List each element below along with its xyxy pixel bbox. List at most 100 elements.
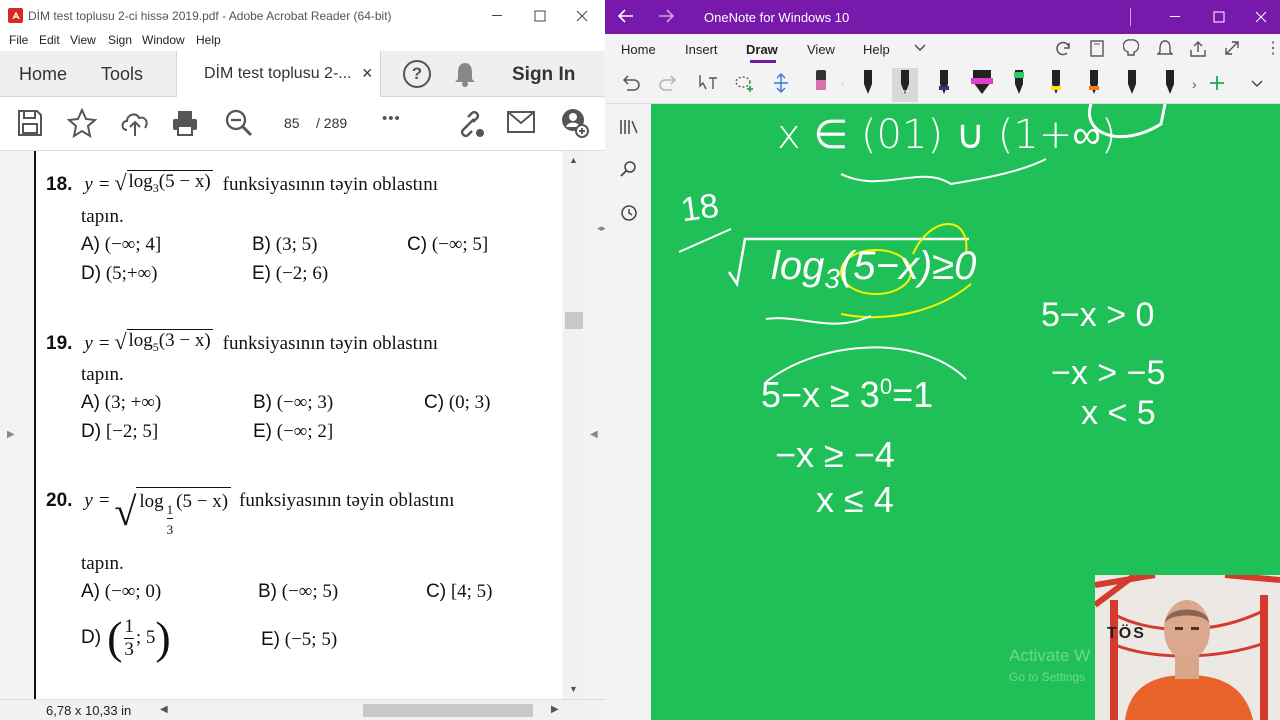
onenote-window-title: OneNote for Windows 10 [704,10,850,25]
acrobat-menu-bar: File Edit View Sign Window Help [0,31,605,51]
option-b: B) (−∞; 5) [258,581,339,602]
pen-orange-icon[interactable] [1085,68,1103,96]
eraser-pen-icon[interactable] [813,68,829,96]
pen-black-2-icon[interactable] [1123,68,1141,96]
share-link-icon[interactable] [454,109,486,139]
forward-arrow-icon[interactable] [657,8,675,24]
more-tools-icon[interactable]: ••• [382,110,401,127]
account-share-icon[interactable] [560,107,590,139]
help-icon[interactable]: ? [403,60,431,88]
title-divider [1130,8,1131,26]
maximize-button[interactable] [1199,5,1239,29]
question-text: funksiyasının təyin oblastını [239,490,455,511]
pane-divider-icon[interactable]: ◂▸ [597,223,605,234]
zoom-out-icon[interactable] [225,109,253,137]
pen-green-icon[interactable] [1010,68,1028,96]
menu-view[interactable]: View [70,33,96,47]
minimize-button[interactable] [478,4,518,28]
lasso-select-icon[interactable] [734,74,756,94]
pen-magenta-icon[interactable] [969,68,995,96]
back-arrow-icon[interactable] [617,8,635,24]
tab-draw[interactable]: Draw [746,42,778,57]
add-space-icon[interactable] [772,72,790,94]
tab-document[interactable]: DİM test toplusu 2-... × [176,51,381,97]
function-lhs: y = [84,333,111,354]
page-number-input[interactable]: 85 [284,115,300,131]
tab-home[interactable]: Home [621,42,656,57]
save-icon[interactable] [17,109,43,137]
minimize-button[interactable] [1156,5,1196,29]
search-icon[interactable] [620,160,638,178]
pen-black-3-icon[interactable] [1161,68,1179,96]
notebooks-library-icon[interactable] [619,118,639,136]
ink-number-18: 18 [678,186,722,230]
upload-cloud-icon[interactable] [119,108,151,138]
tab-help[interactable]: Help [863,42,890,57]
tab-home[interactable]: Home [19,64,67,85]
horizontal-scroll-thumb[interactable] [363,704,533,717]
bookmark-star-icon[interactable] [67,108,97,138]
ink-line-2: −x ≥ −4 [775,434,895,475]
notebooks-icon[interactable] [1089,40,1105,58]
vertical-scrollbar[interactable]: ▲ ▼ [565,151,583,699]
scroll-up-icon[interactable]: ▲ [569,155,578,165]
sync-icon[interactable] [1054,40,1072,58]
acrobat-app-icon [8,8,23,23]
notification-bell-icon[interactable] [454,61,476,87]
close-window-button[interactable] [562,4,602,28]
acrobat-status-bar: 6,78 x 10,33 in ◀ ▶ [0,699,605,720]
close-window-button[interactable] [1242,5,1280,29]
option-e: E) (−2; 6) [252,263,329,284]
scroll-thumb[interactable] [565,312,583,329]
pen-black-selected-icon[interactable] [896,68,914,96]
onenote-title-bar: OneNote for Windows 10 [605,0,1280,34]
select-text-icon[interactable] [697,72,719,94]
expand-icon[interactable] [1224,40,1240,56]
fraction-base: 1 3 [166,502,174,537]
onenote-window: OneNote for Windows 10 Home Insert Draw … [605,0,1280,720]
scroll-down-icon[interactable]: ▼ [569,684,578,694]
lightbulb-icon[interactable] [1123,39,1139,59]
tab-tools[interactable]: Tools [101,64,143,85]
left-pane-expand-icon[interactable]: ▶ [7,429,15,440]
pen-purple-icon[interactable] [935,68,953,96]
ink-line-1: 5−x ≥ 30=1 [761,374,934,415]
menu-file[interactable]: File [9,33,28,47]
share-icon[interactable] [1189,40,1207,58]
email-icon[interactable] [507,111,535,133]
menu-edit[interactable]: Edit [39,33,60,47]
scroll-right-icon[interactable]: ▶ [551,704,559,715]
option-e: E) (−∞; 2] [253,421,334,442]
pen-black-1-icon[interactable] [859,68,877,96]
chevron-down-icon[interactable] [914,44,926,52]
tab-insert[interactable]: Insert [685,42,718,57]
option-c: C) (−∞; 5] [407,234,489,255]
redo-icon[interactable] [658,74,678,92]
menu-window[interactable]: Window [142,33,185,47]
undo-icon[interactable] [621,74,641,92]
maximize-button[interactable] [520,4,560,28]
scroll-left-icon[interactable]: ◀ [160,704,168,715]
add-pen-icon[interactable] [1208,74,1226,92]
question-20: 20. y = √ log 1 3 (5 − x) funksiyasının … [46,487,454,543]
print-icon[interactable] [171,109,199,137]
option-c: C) [4; 5) [426,581,493,602]
pen-scroll-left-icon[interactable]: ‹ [841,78,844,89]
more-options-icon[interactable]: ⋮ [1265,38,1280,58]
tab-view[interactable]: View [807,42,835,57]
pen-yellow-icon[interactable] [1047,68,1065,96]
tab-close-icon[interactable]: × [362,63,373,84]
acrobat-tab-bar: Home Tools DİM test toplusu 2-... × ? Si… [0,51,605,97]
menu-help[interactable]: Help [196,33,221,47]
recent-clock-icon[interactable] [620,204,638,222]
question-text-cont: tapın. [81,364,124,385]
acrobat-toolbar: 85 / 289 ••• [0,97,605,151]
pdf-page: 18. y = √ log3(5 − x) funksiyasının təyi… [34,151,562,699]
sign-in-button[interactable]: Sign In [512,64,575,86]
menu-sign[interactable]: Sign [108,33,132,47]
ribbon-expand-chevron-icon[interactable] [1251,80,1263,88]
right-pane-expand-icon[interactable]: ◀ [590,429,598,440]
notification-bell-icon[interactable] [1157,39,1173,59]
webcam-logo-text: TÖS [1107,625,1146,642]
pen-scroll-right-icon[interactable]: › [1192,76,1197,92]
